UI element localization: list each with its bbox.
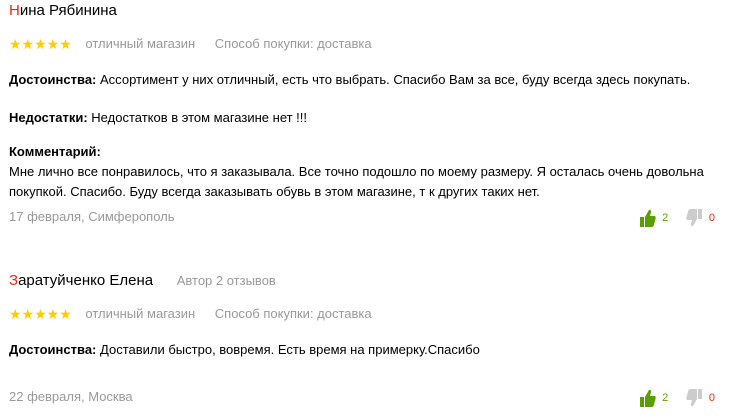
comment-text: Мне лично все понравилось, что я заказыв…	[9, 164, 704, 199]
thumb-up-icon	[640, 209, 656, 227]
review-date-city: 17 февраля, Симферополь	[9, 209, 175, 224]
rating-verdict: отличный магазин	[85, 36, 196, 51]
rating-row: ★★★★★ отличный магазин Способ покупки: д…	[9, 306, 725, 322]
pros-field: Достоинства: Доставили быстро, вовремя. …	[9, 340, 725, 360]
purchase-method: Способ покупки: доставка	[214, 306, 372, 321]
cons-text: Недостатков в этом магазине нет !!!	[91, 110, 308, 125]
review-header: Заратуйченко Елена Автор 2 отзывов	[9, 270, 725, 292]
thumb-down-icon	[686, 208, 702, 226]
rating-row: ★★★★★ отличный магазин Способ покупки: д…	[9, 36, 725, 52]
review-card: Нина Рябинина ★★★★★ отличный магазин Спо…	[9, 0, 725, 227]
pros-text: Ассортимент у них отличный, есть что выб…	[100, 72, 691, 87]
review-header: Нина Рябинина	[9, 0, 725, 22]
thumb-down-icon	[686, 388, 702, 406]
review-card: Заратуйченко Елена Автор 2 отзывов ★★★★★…	[9, 270, 725, 407]
author-name-rest: аратуйченко Елена	[18, 272, 154, 289]
comment-label: Комментарий:	[9, 144, 101, 159]
author-name[interactable]: Заратуйченко Елена	[9, 272, 153, 289]
votes: 2 0	[640, 387, 715, 408]
vote-up-button[interactable]: 2	[640, 208, 682, 228]
vote-down-count: 0	[708, 211, 715, 224]
rating-stars: ★★★★★	[9, 306, 72, 322]
purchase-method: Способ покупки: доставка	[214, 36, 372, 51]
review-date-city: 22 февраля, Москва	[9, 389, 133, 404]
comment-field: Комментарий: Мне лично все понравилось, …	[9, 142, 725, 202]
author-review-count[interactable]: Автор 2 отзывов	[177, 273, 276, 288]
author-initial: З	[9, 272, 19, 289]
author-initial: Н	[9, 2, 20, 19]
vote-up-button[interactable]: 2	[640, 388, 682, 408]
pros-label: Достоинства:	[9, 342, 97, 357]
thumb-up-icon	[640, 389, 656, 407]
rating-verdict: отличный магазин	[85, 306, 196, 321]
author-name[interactable]: Нина Рябинина	[9, 2, 117, 19]
pros-field: Достоинства: Ассортимент у них отличный,…	[9, 70, 725, 90]
cons-field: Недостатки: Недостатков в этом магазине …	[9, 108, 725, 128]
author-name-rest: ина Рябинина	[19, 2, 117, 19]
pros-label: Достоинства:	[9, 72, 97, 87]
vote-up-count: 2	[662, 391, 669, 404]
vote-down-button[interactable]: 0	[686, 208, 715, 228]
cons-label: Недостатки:	[9, 110, 88, 125]
rating-stars: ★★★★★	[9, 36, 72, 52]
vote-down-button[interactable]: 0	[686, 388, 715, 408]
vote-down-count: 0	[708, 391, 715, 404]
review-footer: 22 февраля, Москва 2 0	[9, 387, 725, 407]
vote-up-count: 2	[662, 211, 669, 224]
votes: 2 0	[640, 207, 715, 228]
pros-text: Доставили быстро, вовремя. Есть время на…	[100, 342, 480, 357]
review-footer: 17 февраля, Симферополь 2 0	[9, 207, 725, 227]
